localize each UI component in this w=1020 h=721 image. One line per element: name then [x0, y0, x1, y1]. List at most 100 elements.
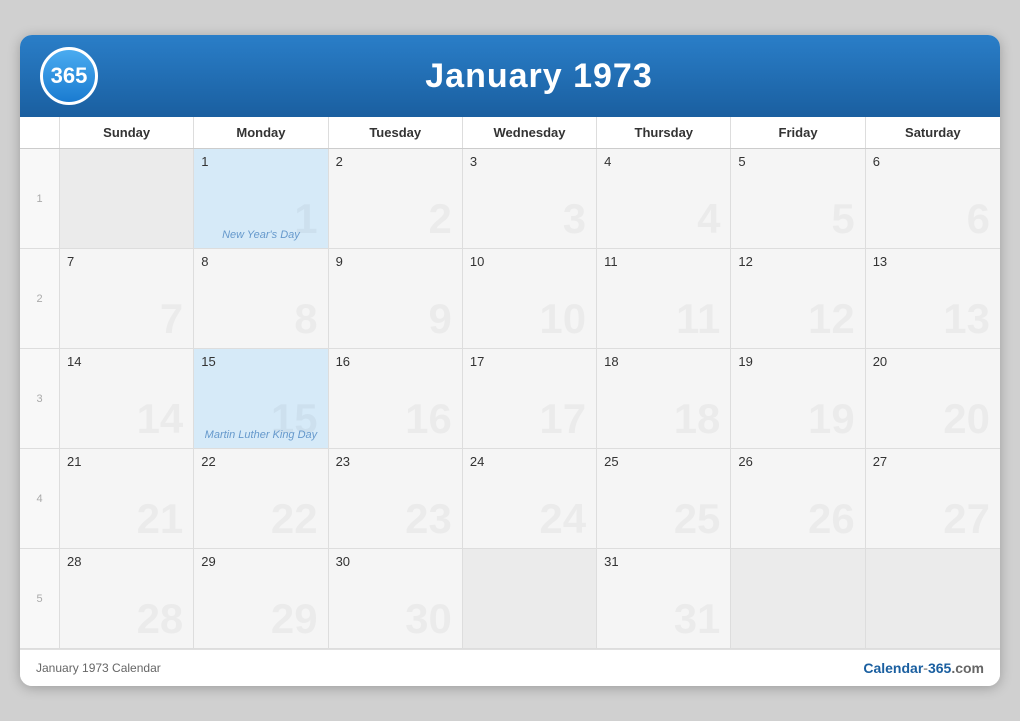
cal-cell-w3-d3: 1717: [463, 349, 597, 449]
cal-cell-w4-d6: 2727: [866, 449, 1000, 549]
cal-cell-w5-d1: 29 29: [194, 549, 328, 649]
watermark-8: 8: [294, 298, 317, 340]
calendar-header: 365 January 1973: [20, 35, 1000, 117]
cal-cell-w2-d2: 99: [329, 249, 463, 349]
date-num-12: 12: [738, 254, 857, 269]
holiday-label-15: Martin Luther King Day: [198, 429, 323, 441]
cal-cell-w4-d4: 25 25: [597, 449, 731, 549]
watermark-3: 3: [563, 198, 586, 240]
cal-cell-w3-d0: 14 14: [60, 349, 194, 449]
date-num-8: 8: [201, 254, 320, 269]
day-header-sun: Sunday: [60, 117, 194, 148]
watermark-11: 11: [676, 298, 720, 340]
cal-cell-w5-d4: 3131: [597, 549, 731, 649]
date-num-22: 22: [201, 454, 320, 469]
cal-cell-w5-d2: 30 30: [329, 549, 463, 649]
date-num-14: 14: [67, 354, 186, 369]
date-num-2: 2: [336, 154, 455, 169]
date-num-21: 21: [67, 454, 186, 469]
calendar-footer: January 1973 Calendar Calendar-365.com: [20, 649, 1000, 686]
cal-cell-w1-d3: 33: [463, 149, 597, 249]
cal-cell-w2-d5: 12 12: [731, 249, 865, 349]
watermark-23: 23: [405, 498, 452, 540]
date-num-16: 16: [336, 354, 455, 369]
cal-cell-w5-d0: 28 28: [60, 549, 194, 649]
date-num-1: 1: [201, 154, 320, 169]
date-num-13: 13: [873, 254, 993, 269]
cal-cell-w5-d6: [866, 549, 1000, 649]
watermark-6: 6: [967, 198, 990, 240]
date-num-29: 29: [201, 554, 320, 569]
cal-cell-w4-d0: 21 21: [60, 449, 194, 549]
cal-cell-w2-d4: 1111: [597, 249, 731, 349]
footer-brand-com: .com: [951, 660, 984, 676]
cal-cell-w1-d2: 22: [329, 149, 463, 249]
watermark-17: 17: [539, 398, 586, 440]
watermark-9: 9: [428, 298, 451, 340]
watermark-29: 29: [271, 598, 318, 640]
date-num-9: 9: [336, 254, 455, 269]
day-header-wed: Wednesday: [463, 117, 597, 148]
cal-cell-w5-d5: [731, 549, 865, 649]
logo-badge: 365: [40, 47, 98, 105]
week-col-blank: [20, 117, 60, 148]
date-num-6: 6: [873, 154, 993, 169]
watermark-31: 31: [674, 598, 721, 640]
watermark-22: 22: [271, 498, 318, 540]
date-num-26: 26: [738, 454, 857, 469]
watermark-28: 28: [137, 598, 184, 640]
watermark-13: 13: [943, 298, 990, 340]
watermark-7: 7: [160, 298, 183, 340]
watermark-4: 4: [697, 198, 720, 240]
watermark-21: 21: [137, 498, 184, 540]
header-title: January 1973: [98, 57, 980, 96]
watermark-18: 18: [674, 398, 721, 440]
week-label-4: 4: [20, 449, 60, 549]
cal-cell-w3-d6: 2020: [866, 349, 1000, 449]
holiday-label-1: New Year's Day: [198, 229, 323, 241]
cal-cell-w4-d2: 2323: [329, 449, 463, 549]
watermark-12: 12: [808, 298, 855, 340]
date-num-19: 19: [738, 354, 857, 369]
cal-cell-w1-d5: 55: [731, 149, 865, 249]
date-num-30: 30: [336, 554, 455, 569]
watermark-25: 25: [674, 498, 721, 540]
day-header-thu: Thursday: [597, 117, 731, 148]
watermark-5: 5: [831, 198, 854, 240]
day-header-tue: Tuesday: [329, 117, 463, 148]
cal-cell-w2-d0: 77: [60, 249, 194, 349]
week-label-1: 1: [20, 149, 60, 249]
day-header-sat: Saturday: [866, 117, 1000, 148]
cal-cell-w5-d3: [463, 549, 597, 649]
cal-cell-w3-d1: 1515Martin Luther King Day: [194, 349, 328, 449]
week-label-2: 2: [20, 249, 60, 349]
watermark-30: 30: [405, 598, 452, 640]
week-label-5: 5: [20, 549, 60, 649]
footer-brand-cal: Calendar: [863, 660, 923, 676]
calendar-body: 111New Year's Day22334455662778899101011…: [20, 149, 1000, 649]
cal-cell-w1-d1: 11New Year's Day: [194, 149, 328, 249]
footer-left-text: January 1973 Calendar: [36, 661, 161, 675]
date-num-18: 18: [604, 354, 723, 369]
date-num-28: 28: [67, 554, 186, 569]
cal-cell-w1-d4: 44: [597, 149, 731, 249]
watermark-19: 19: [808, 398, 855, 440]
date-num-5: 5: [738, 154, 857, 169]
footer-right-text: Calendar-365.com: [863, 660, 984, 676]
watermark-10: 10: [539, 298, 586, 340]
date-num-27: 27: [873, 454, 993, 469]
cal-cell-w1-d6: 66: [866, 149, 1000, 249]
cal-cell-w1-d0: [60, 149, 194, 249]
footer-brand-365: 365: [928, 660, 951, 676]
cal-cell-w4-d5: 2626: [731, 449, 865, 549]
day-header-fri: Friday: [731, 117, 865, 148]
cal-cell-w4-d3: 2424: [463, 449, 597, 549]
watermark-24: 24: [539, 498, 586, 540]
date-num-20: 20: [873, 354, 993, 369]
watermark-14: 14: [137, 398, 184, 440]
cal-cell-w2-d3: 1010: [463, 249, 597, 349]
watermark-16: 16: [405, 398, 452, 440]
watermark-20: 20: [943, 398, 990, 440]
date-num-25: 25: [604, 454, 723, 469]
cal-cell-w3-d4: 1818: [597, 349, 731, 449]
